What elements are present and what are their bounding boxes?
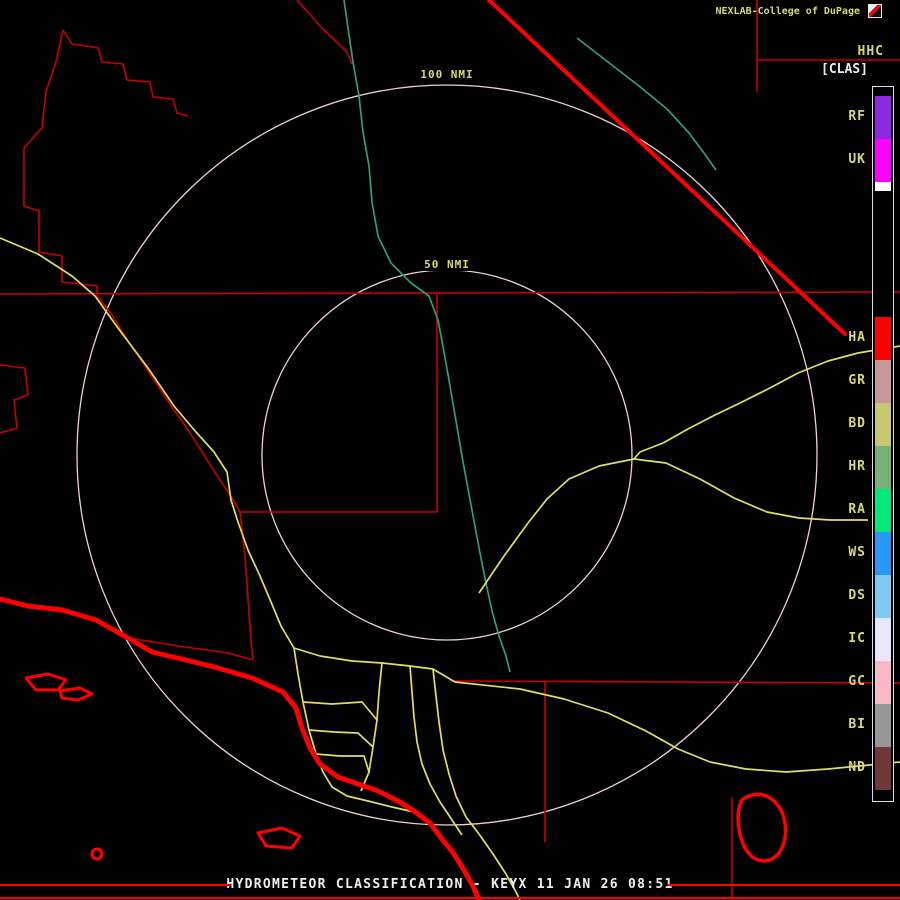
coastline bbox=[0, 596, 482, 900]
colorbar-segment-gr bbox=[875, 360, 891, 403]
legend-label-ws: WS bbox=[848, 545, 866, 560]
island-outline bbox=[24, 672, 68, 692]
colorbar-segment-gap bbox=[875, 191, 891, 317]
colorbar-segment-ra bbox=[875, 489, 891, 532]
brand-title: NEXLAB-College of DuPage bbox=[715, 6, 861, 17]
range-ring-label-100nmi: 100 NMI bbox=[416, 68, 478, 81]
range-ring-100nmi bbox=[76, 84, 818, 826]
rivers bbox=[343, 0, 717, 673]
legend-label-bi: BI bbox=[848, 717, 866, 732]
legend-label-hr: HR bbox=[848, 459, 866, 474]
statusbar-line-left bbox=[0, 884, 230, 886]
colorbar-segment-end bbox=[875, 790, 891, 801]
legend-label-ds: DS bbox=[848, 588, 866, 603]
legend-label-gc: GC bbox=[848, 674, 866, 689]
colorbar-segment-bd bbox=[875, 403, 891, 446]
brand-icon bbox=[868, 4, 882, 18]
colorbar-segment-ha bbox=[875, 317, 891, 360]
colorbar-segment-ic bbox=[875, 618, 891, 661]
colorbar-segment-hr bbox=[875, 446, 891, 489]
legend-label-uk: UK bbox=[848, 152, 866, 167]
county-borders bbox=[0, 0, 900, 900]
roads bbox=[0, 237, 900, 900]
island-outline bbox=[90, 847, 104, 861]
colorbar-segment-bi bbox=[875, 704, 891, 747]
island-outline bbox=[58, 686, 94, 702]
range-ring-label-50nmi: 50 NMI bbox=[420, 258, 474, 271]
colorbar-segment-ds bbox=[875, 575, 891, 618]
range-ring-50nmi bbox=[261, 269, 633, 641]
legend-label-bd: BD bbox=[848, 416, 866, 431]
colorbar-segment-ws bbox=[875, 532, 891, 575]
legend-label-rf: RF bbox=[848, 109, 866, 124]
classification-label: [CLAS] bbox=[821, 62, 868, 77]
colorbar-segment-gc bbox=[875, 661, 891, 704]
state-line-highway bbox=[487, 0, 847, 336]
legend-label-gr: GR bbox=[848, 373, 866, 388]
colorbar-segment-uk-white bbox=[875, 182, 891, 191]
island-outline bbox=[736, 792, 788, 863]
colorbar-segment-nd bbox=[875, 747, 891, 790]
island-outline bbox=[256, 826, 302, 850]
legend-label-nd: ND bbox=[848, 760, 866, 775]
legend-colorbar bbox=[872, 86, 894, 802]
colorbar-segment-rf bbox=[875, 96, 891, 139]
legend-label-ra: RA bbox=[848, 502, 866, 517]
legend-label-ha: HA bbox=[848, 330, 866, 345]
product-code-label: HHC bbox=[857, 44, 884, 59]
legend-label-ic: IC bbox=[848, 631, 866, 646]
statusbar-line-bottom bbox=[0, 897, 900, 899]
colorbar-segment-uk bbox=[875, 139, 891, 182]
map-svg bbox=[0, 0, 900, 900]
statusbar-line-right bbox=[668, 884, 900, 886]
radar-display: 100 NMI 50 NMI NEXLAB-College of DuPage … bbox=[0, 0, 900, 900]
